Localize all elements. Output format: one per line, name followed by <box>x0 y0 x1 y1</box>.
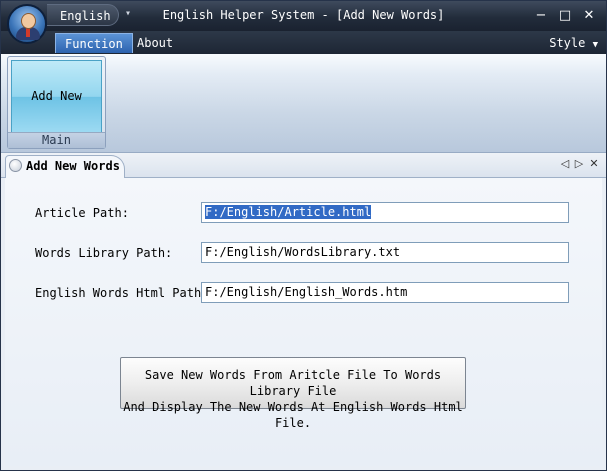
minimize-button[interactable]: − <box>533 8 549 24</box>
maximize-button[interactable]: □ <box>557 8 573 24</box>
chevron-down-icon: ▼ <box>592 40 598 50</box>
style-menu-label: Style <box>549 36 586 50</box>
button-line-2: And Display The New Words At English Wor… <box>123 400 463 430</box>
ribbon-group-label: Main <box>8 132 105 148</box>
circle-icon <box>9 159 22 172</box>
ribbon-group-main: Add New Words Main <box>7 56 106 174</box>
document-tab-label: Add New Words <box>26 159 120 173</box>
title-bar: English Helper System - [Add New Words] … <box>1 1 606 31</box>
words-library-path-label: Words Library Path: <box>35 246 173 260</box>
document-tab-strip: Add New Words ◁ ▷ ✕ <box>1 153 606 178</box>
style-menu[interactable]: Style ▼ <box>549 33 598 55</box>
button-line-1: Save New Words From Aritcle File To Word… <box>144 368 442 398</box>
tab-about[interactable]: About <box>128 33 182 53</box>
save-and-display-button[interactable]: Save New Words From Aritcle File To Word… <box>120 357 466 430</box>
app-window: English Helper System - [Add New Words] … <box>0 0 607 471</box>
quick-access-dropdown-icon[interactable]: ▾ <box>125 8 131 19</box>
article-path-input[interactable]: F:/English/Article.html <box>201 202 569 223</box>
tab-function[interactable]: Function <box>55 33 133 53</box>
close-tab-icon[interactable]: ✕ <box>588 156 600 172</box>
document-tab-add-new-words[interactable]: Add New Words <box>5 155 125 178</box>
user-avatar-icon[interactable] <box>7 4 47 44</box>
scroll-left-icon[interactable]: ◁ <box>559 156 571 172</box>
article-path-value: F:/English/Article.html <box>205 205 372 219</box>
menu-tab-bar: Function About Style ▼ <box>1 31 606 54</box>
form-panel: Article Path: F:/English/Article.html Wo… <box>5 178 602 466</box>
ribbon-panel: Add New Words Main <box>1 54 606 174</box>
english-words-html-path-label: English Words Html Path: <box>35 286 209 300</box>
close-button[interactable]: ✕ <box>581 8 597 24</box>
words-library-path-input[interactable]: F:/English/WordsLibrary.txt <box>201 242 569 263</box>
scroll-right-icon[interactable]: ▷ <box>573 156 585 172</box>
article-path-label: Article Path: <box>35 206 129 220</box>
english-words-html-path-input[interactable]: F:/English/English_Words.htm <box>201 282 569 303</box>
quick-access-english[interactable]: English <box>47 4 119 26</box>
add-new-words-button[interactable]: Add New Words <box>11 60 102 174</box>
